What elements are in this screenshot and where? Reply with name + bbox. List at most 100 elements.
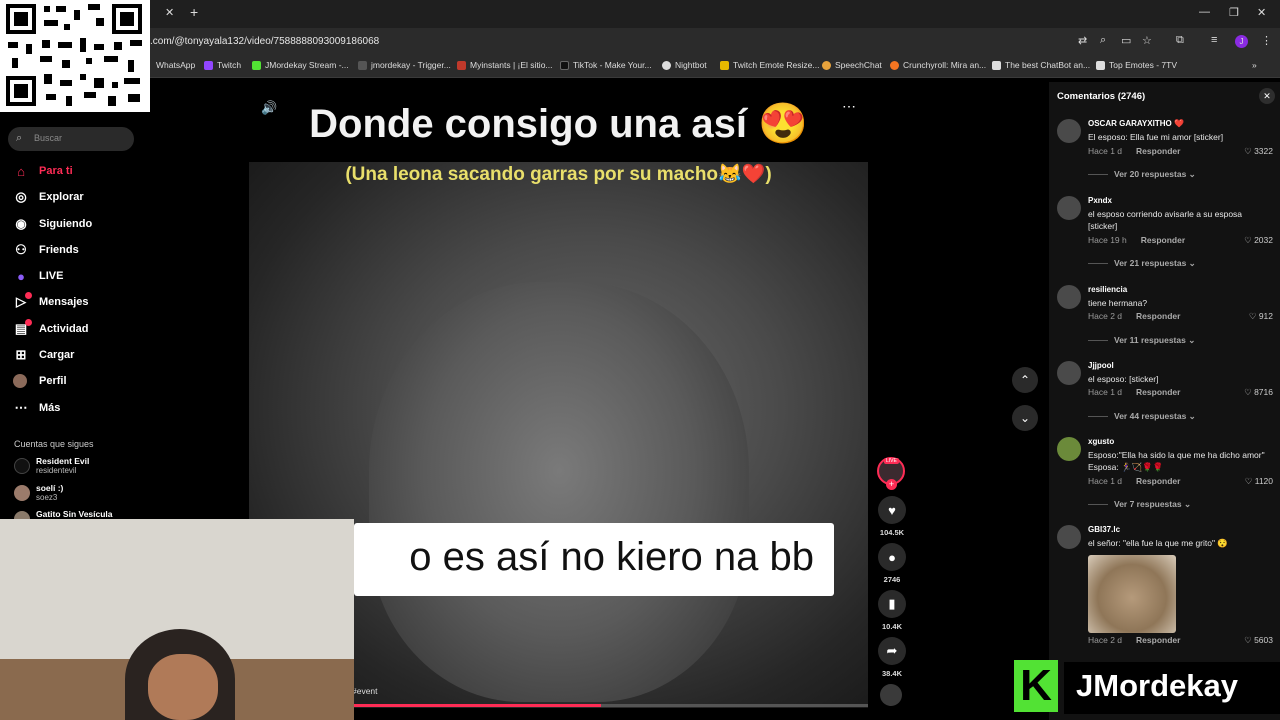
comment-like-button[interactable]: ♡ 5603 (1244, 635, 1273, 646)
music-disc-icon[interactable] (880, 684, 902, 706)
nav-siguiendo[interactable]: ◉ Siguiendo (13, 213, 92, 235)
comment-like-button[interactable]: ♡ 912 (1249, 311, 1273, 322)
comment-like-button[interactable]: ♡ 8716 (1244, 387, 1273, 398)
nav-para-ti[interactable]: ⌂ Para ti (13, 160, 73, 182)
video-progress-bar[interactable] (354, 704, 868, 707)
url-field[interactable]: .com/@tonyayala132/video/758888809300918… (150, 36, 379, 47)
previous-video-button[interactable]: ⌃ (1012, 367, 1038, 393)
reply-button[interactable]: Responder (1136, 311, 1180, 321)
zoom-icon[interactable]: ⌕ (1100, 34, 1106, 47)
video-caption-title: Donde consigo una así 😍 (309, 102, 808, 146)
bookmark-item[interactable]: WhatsApp (156, 60, 195, 70)
reply-button[interactable]: Responder (1136, 146, 1180, 156)
search-input[interactable]: ⌕ Buscar (8, 127, 134, 151)
volume-icon[interactable]: 🔊 (261, 100, 277, 116)
upload-icon: ⊞ (15, 347, 27, 362)
following-section-title: Cuentas que sigues (14, 439, 94, 449)
view-replies-button[interactable]: Ver 20 respuestas ⌄ (1088, 169, 1196, 180)
view-replies-button[interactable]: Ver 44 respuestas ⌄ (1088, 411, 1196, 422)
more-options-icon[interactable]: ⋯ (842, 98, 856, 115)
view-replies-button[interactable]: Ver 21 respuestas ⌄ (1088, 258, 1196, 269)
media-icon[interactable]: ≡ (1211, 34, 1217, 46)
video-caption-subtitle: (Una leona sacando garras por su macho😹❤… (345, 164, 772, 185)
comment-icon: ● (878, 543, 906, 571)
view-replies-button[interactable]: Ver 11 respuestas ⌄ (1088, 335, 1195, 346)
followed-account[interactable]: soelí :) soez3 (14, 483, 63, 502)
extensions-icon[interactable]: ⧉ (1176, 34, 1184, 47)
bookmark-item[interactable]: JMordekay Stream -... (252, 60, 349, 70)
video-hashtag[interactable]: #event (352, 686, 378, 696)
minimize-icon[interactable]: — (1199, 6, 1210, 18)
bookmark-item[interactable]: Twitch Emote Resize... (720, 60, 819, 70)
restore-icon[interactable]: ❐ (1229, 6, 1239, 19)
followed-account[interactable]: Resident Evil residentevil (14, 456, 89, 475)
tab-close-icon[interactable]: ✕ (165, 6, 174, 19)
comment-sticker-image (1088, 555, 1176, 633)
more-icon: ⋯ (14, 400, 28, 415)
bookmark-item[interactable]: The best ChatBot an... (992, 60, 1090, 70)
share-icon: ➦ (878, 637, 906, 665)
avatar[interactable] (1057, 285, 1081, 309)
bookmark-item[interactable]: TikTok - Make Your... (560, 60, 652, 70)
nav-cargar[interactable]: ⊞ Cargar (13, 344, 75, 366)
notification-badge (25, 319, 32, 326)
comments-title: Comentarios (2746) (1057, 91, 1146, 102)
avatar[interactable] (1057, 525, 1081, 549)
reply-button[interactable]: Responder (1141, 235, 1185, 245)
avatar (14, 485, 30, 501)
bookmark-star-icon[interactable]: ☆ (1142, 34, 1152, 47)
comment-like-button[interactable]: ♡ 2032 (1244, 235, 1273, 246)
live-icon: ● (17, 268, 25, 284)
save-button[interactable]: ▮ 10.4K (876, 590, 908, 631)
share-button[interactable]: ➦ 38.4K (876, 637, 908, 678)
nav-live[interactable]: ● LIVE (13, 265, 63, 287)
bookmark-item[interactable]: jmordekay - Trigger... (358, 60, 451, 70)
search-icon: ⌕ (16, 132, 23, 144)
follow-plus-icon[interactable]: + (886, 479, 897, 490)
bookmark-item[interactable]: Myinstants | ¡El sitio... (457, 60, 553, 70)
video-caption-bottom: o es así no kiero na bb (409, 535, 814, 579)
video-subject (369, 282, 749, 702)
home-icon: ⌂ (17, 163, 25, 179)
next-video-button[interactable]: ⌄ (1012, 405, 1038, 431)
avatar[interactable] (1057, 437, 1081, 461)
reply-button[interactable]: Responder (1136, 476, 1180, 486)
new-tab-icon[interactable]: + (190, 4, 198, 20)
avatar (14, 458, 30, 474)
comment-like-button[interactable]: ♡ 1120 (1245, 476, 1273, 487)
video-progress-fill (354, 704, 601, 707)
nav-actividad[interactable]: ▤ Actividad (13, 318, 89, 340)
profile-avatar[interactable]: J (1235, 35, 1248, 48)
close-comments-icon[interactable]: ✕ (1259, 88, 1275, 104)
profile-icon (13, 374, 27, 388)
avatar[interactable] (1057, 361, 1081, 385)
avatar[interactable] (1057, 119, 1081, 143)
nav-mas[interactable]: ⋯ Más (13, 397, 61, 419)
bookmark-item[interactable]: Top Emotes - 7TV (1096, 60, 1177, 70)
nav-perfil[interactable]: Perfil (13, 370, 67, 392)
cast-icon[interactable]: ▭ (1121, 34, 1131, 47)
reply-button[interactable]: Responder (1136, 387, 1180, 397)
bookmark-item[interactable]: Twitch (204, 60, 241, 70)
webcam-overlay (0, 519, 354, 720)
nav-mensajes[interactable]: ▷ Mensajes (13, 291, 89, 313)
avatar[interactable] (1057, 196, 1081, 220)
comment-like-button[interactable]: ♡ 3322 (1244, 146, 1273, 157)
bookmarks-overflow-icon[interactable]: » (1252, 60, 1257, 70)
browser-menu-icon[interactable]: ⋮ (1261, 34, 1272, 47)
nav-explorar[interactable]: ◎ Explorar (13, 186, 83, 208)
window-close-icon[interactable]: ✕ (1257, 6, 1266, 19)
comment-button[interactable]: ● 2746 (876, 543, 908, 584)
browser-tab-bar: ✕ + — ❐ ✕ (0, 0, 1280, 28)
translate-icon[interactable]: ⇄ (1078, 34, 1087, 47)
bookmark-item[interactable]: SpeechChat (822, 60, 882, 70)
bookmark-item[interactable]: Nightbot (662, 60, 707, 70)
messages-icon: ▷ (13, 292, 32, 310)
reply-button[interactable]: Responder (1136, 635, 1180, 645)
friends-icon: ⚇ (15, 242, 27, 257)
view-replies-button[interactable]: Ver 7 respuestas ⌄ (1088, 499, 1191, 510)
nav-friends[interactable]: ⚇ Friends (13, 239, 79, 261)
bookmark-item[interactable]: Crunchyroll: Mira an... (890, 60, 986, 70)
heart-icon: ♥ (878, 496, 906, 524)
like-button[interactable]: ♥ 104.5K (876, 496, 908, 537)
